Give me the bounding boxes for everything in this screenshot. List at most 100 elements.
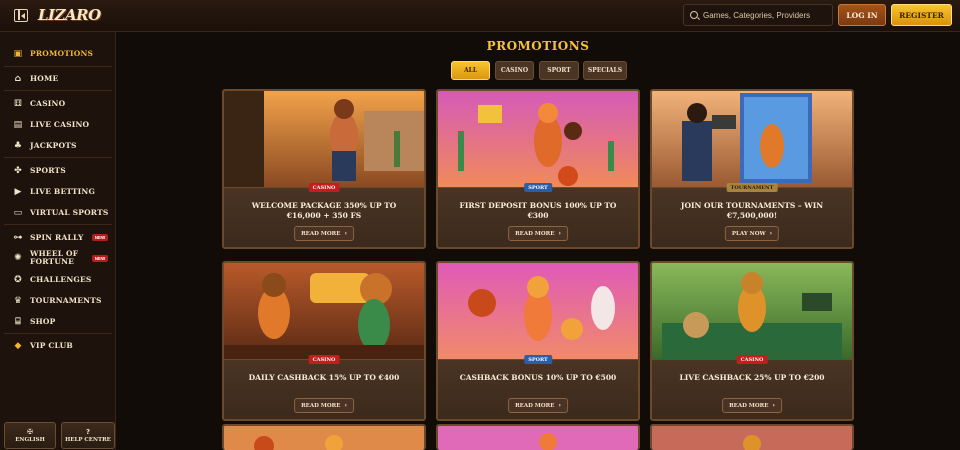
promo-card[interactable]: TOURNAMENT JOIN OUR TOURNAMENTS – WIN €7… (650, 89, 854, 249)
new-badge: NEW (92, 234, 108, 241)
chevron-right-icon: › (344, 402, 347, 409)
sidebar-divider (4, 157, 112, 158)
monitor-icon: ▭ (13, 207, 23, 218)
sidebar-item-shop[interactable]: ⌸ SHOP (3, 312, 113, 331)
sidebar-divider (4, 333, 112, 334)
promo-image (438, 263, 638, 359)
help-centre-button[interactable]: ? HELP CENTRE (61, 422, 115, 449)
sidebar-item-label: VIRTUAL SPORTS (30, 208, 109, 217)
chevron-right-icon: › (558, 230, 561, 237)
chevron-right-icon: › (772, 402, 775, 409)
sidebar-item-label: JACKPOTS (30, 141, 77, 150)
sidebar-item-virtual-sports[interactable]: ▭ VIRTUAL SPORTS (3, 203, 113, 222)
promo-card[interactable]: CASINO WELCOME PACKAGE 350% UP TO €16,00… (222, 89, 426, 249)
trophy-icon: ♛ (13, 295, 23, 306)
sidebar-divider (4, 90, 112, 91)
sidebar-item-sports[interactable]: ✤ SPORTS (3, 161, 113, 180)
shop-icon: ⌸ (15, 316, 21, 327)
gift-icon: ▣ (13, 48, 23, 59)
filter-casino[interactable]: CASINO (495, 61, 534, 80)
sidebar-item-label: SHOP (30, 317, 56, 326)
sidebar-item-label: SPORTS (30, 166, 66, 175)
promo-image (224, 426, 424, 450)
category-tag: SPORT (524, 183, 552, 192)
promo-card[interactable]: SPORT CASHBACK BONUS 10% UP TO €500 READ… (436, 261, 640, 421)
filter-all[interactable]: ALL (451, 61, 490, 80)
read-more-button[interactable]: READ MORE › (722, 398, 782, 413)
car-icon: ⊶ (13, 232, 23, 243)
promo-image (652, 263, 852, 359)
sidebar-item-label: SPIN RALLY (30, 233, 84, 242)
sidebar-item-label: TOURNAMENTS (30, 296, 102, 305)
promo-title: DAILY CASHBACK 15% UP TO €400 (248, 373, 400, 382)
clover-icon: ♣ (13, 140, 23, 151)
read-more-button[interactable]: READ MORE › (508, 398, 568, 413)
play-now-button[interactable]: PLAY NOW › (724, 226, 780, 241)
promo-card[interactable] (650, 424, 854, 450)
wheel-icon: ✺ (14, 253, 22, 263)
category-tag: CASINO (308, 355, 340, 364)
question-icon: ? (85, 428, 91, 436)
promo-card[interactable] (222, 424, 426, 450)
diamond-icon: ◆ (14, 340, 22, 351)
sidebar-toggle-icon[interactable] (14, 9, 28, 22)
button-label: READ MORE (301, 402, 341, 409)
promo-card[interactable]: SPORT FIRST DEPOSIT BONUS 100% UP TO €30… (436, 89, 640, 249)
language-button[interactable]: ✠ ENGLISH (4, 422, 56, 449)
new-badge: NEW (92, 255, 108, 262)
promo-card[interactable]: CASINO DAILY CASHBACK 15% UP TO €400 REA… (222, 261, 426, 421)
button-label: READ MORE (301, 230, 341, 237)
promo-image (652, 91, 852, 187)
sidebar-item-vip-club[interactable]: ◆ VIP CLUB (3, 336, 113, 355)
home-icon: ⌂ (14, 73, 22, 84)
register-button[interactable]: REGISTER (891, 4, 952, 26)
sidebar-item-tournaments[interactable]: ♛ TOURNAMENTS (3, 291, 113, 310)
button-label: READ MORE (729, 402, 769, 409)
search-input[interactable]: Games, Categories, Providers (683, 4, 833, 26)
button-label: READ MORE (515, 402, 555, 409)
search-icon (690, 11, 698, 19)
cards-icon: ▤ (13, 119, 23, 130)
login-button[interactable]: LOG IN (838, 4, 886, 26)
promo-card[interactable]: CASINO LIVE CASHBACK 25% UP TO €200 READ… (650, 261, 854, 421)
sidebar-item-home[interactable]: ⌂ HOME (3, 69, 113, 88)
sidebar-item-promotions[interactable]: ▣ PROMOTIONS (3, 44, 113, 63)
logo[interactable]: LIZARO (38, 6, 101, 24)
sidebar-item-jackpots[interactable]: ♣ JACKPOTS (3, 136, 113, 155)
promo-title: FIRST DEPOSIT BONUS 100% UP TO €300 (459, 201, 617, 220)
read-more-button[interactable]: READ MORE › (294, 398, 354, 413)
read-more-button[interactable]: READ MORE › (508, 226, 568, 241)
category-tag: SPORT (524, 355, 552, 364)
sidebar-item-label: HOME (30, 74, 59, 83)
read-more-button[interactable]: READ MORE › (294, 226, 354, 241)
promo-image (438, 426, 638, 450)
sidebar-item-challenges[interactable]: ✪ CHALLENGES (3, 270, 113, 289)
sidebar-item-live-betting[interactable]: ▶ LIVE BETTING (3, 182, 113, 201)
category-tag: CASINO (736, 355, 768, 364)
page-title: PROMOTIONS (486, 39, 590, 53)
language-label: ENGLISH (15, 437, 45, 443)
sidebar: ▣ PROMOTIONS ⌂ HOME ⚅ CASINO ▤ LIVE CASI… (0, 32, 116, 450)
promo-title: WELCOME PACKAGE 350% UP TO €16,000 + 350… (251, 201, 397, 220)
top-bar: LIZARO Games, Categories, Providers LOG … (0, 0, 960, 32)
chevron-right-icon: › (769, 230, 773, 237)
promo-image (224, 91, 424, 187)
sidebar-item-label: CASINO (30, 99, 66, 108)
sidebar-item-casino[interactable]: ⚅ CASINO (3, 94, 113, 113)
promo-image (652, 426, 852, 450)
sidebar-divider (4, 224, 112, 225)
sidebar-item-live-casino[interactable]: ▤ LIVE CASINO (3, 115, 113, 134)
promo-image (224, 263, 424, 359)
filter-specials[interactable]: SPECIALS (583, 61, 627, 80)
promo-card[interactable] (436, 424, 640, 450)
sidebar-item-label: WHEEL OF FORTUNE (30, 249, 79, 266)
help-label: HELP CENTRE (65, 437, 111, 443)
filter-sport[interactable]: SPORT (539, 61, 579, 80)
button-label: READ MORE (515, 230, 555, 237)
promo-image (438, 91, 638, 187)
promo-title: JOIN OUR TOURNAMENTS – WIN €7,500,000! (680, 201, 824, 220)
sidebar-item-label: VIP CLUB (30, 341, 73, 350)
chevron-right-icon: › (344, 230, 347, 237)
promo-title: CASHBACK BONUS 10% UP TO €500 (459, 373, 617, 382)
chevron-right-icon: › (558, 402, 561, 409)
